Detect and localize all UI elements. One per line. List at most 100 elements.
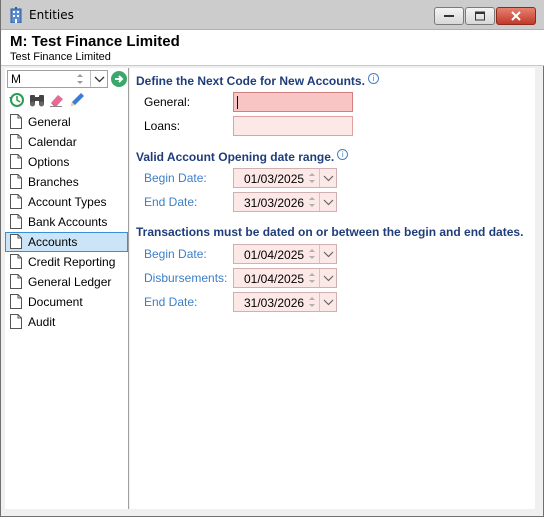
spinner-icon[interactable] — [307, 295, 317, 309]
opening-begin-label: Begin Date: — [144, 171, 207, 185]
clear-button[interactable] — [48, 91, 68, 109]
opening-end-date-picker[interactable]: 31/03/2026 — [233, 192, 337, 212]
transactions-begin-value: 01/04/2025 — [244, 248, 305, 262]
chevron-down-icon — [323, 299, 334, 306]
info-icon[interactable]: i — [367, 73, 379, 84]
opening-end-label: End Date: — [144, 195, 198, 209]
opening-range-title-text: Valid Account Opening date range. — [136, 150, 335, 164]
document-icon — [10, 194, 22, 209]
nav-item-branches[interactable]: Branches — [5, 172, 128, 192]
eraser-icon — [50, 95, 63, 107]
next-code-section-title: Define the Next Code for New Accounts. i — [136, 73, 379, 88]
maximize-button[interactable] — [465, 7, 495, 25]
entity-select[interactable]: M — [7, 70, 108, 88]
text-caret — [237, 96, 238, 109]
nav-item-document[interactable]: Document — [5, 292, 128, 312]
edit-button[interactable] — [68, 91, 88, 109]
minimize-button[interactable] — [434, 7, 464, 25]
accounts-panel: Define the Next Code for New Accounts. i … — [130, 68, 535, 509]
chevron-down-icon — [323, 175, 334, 182]
spinner-icon[interactable] — [307, 247, 317, 261]
nav-item-general-ledger[interactable]: General Ledger — [5, 272, 128, 292]
pencil-icon — [71, 93, 84, 106]
nav-item-label: Accounts — [28, 235, 78, 249]
minimize-icon — [444, 15, 454, 17]
document-icon — [10, 254, 22, 269]
general-code-label: General: — [144, 95, 191, 109]
history-button[interactable] — [8, 91, 28, 109]
calendar-dropdown-button[interactable] — [319, 193, 336, 211]
entity-dropdown-button[interactable] — [90, 71, 107, 87]
nav-item-label: Document — [28, 295, 83, 309]
document-icon — [10, 114, 22, 129]
building-icon — [10, 7, 22, 23]
transactions-range-section-title: Transactions must be dated on or between… — [136, 225, 523, 239]
nav-item-label: Credit Reporting — [28, 255, 116, 269]
find-button[interactable] — [28, 91, 48, 109]
disbursements-label: Disbursements: — [144, 271, 228, 285]
opening-begin-value: 01/03/2025 — [244, 172, 305, 186]
document-icon — [10, 134, 22, 149]
entity-subtitle: Test Finance Limited — [10, 51, 111, 63]
title-bar[interactable]: Entities — [1, 0, 544, 30]
nav-item-label: Bank Accounts — [28, 215, 108, 229]
transactions-end-date-picker[interactable]: 31/03/2026 — [233, 292, 337, 312]
nav-item-label: Account Types — [28, 195, 107, 209]
disbursements-date-picker[interactable]: 01/04/2025 — [233, 268, 337, 288]
general-code-input[interactable] — [233, 92, 353, 112]
entity-select-value: M — [11, 72, 21, 86]
maximize-icon — [475, 11, 485, 21]
loans-code-label: Loans: — [144, 119, 181, 133]
opening-end-value: 31/03/2026 — [244, 196, 305, 210]
window-title: Entities — [29, 8, 74, 22]
document-icon — [10, 174, 22, 189]
transactions-end-label: End Date: — [144, 295, 198, 309]
calendar-dropdown-button[interactable] — [319, 293, 336, 311]
transactions-end-value: 31/03/2026 — [244, 296, 305, 310]
nav-item-label: Options — [28, 155, 70, 169]
loans-code-input[interactable] — [233, 116, 353, 136]
nav-item-bank-accounts[interactable]: Bank Accounts — [5, 212, 128, 232]
document-icon — [10, 294, 22, 309]
spinner-icon[interactable] — [74, 72, 86, 86]
entity-header: M: Test Finance Limited Test Finance Lim… — [1, 30, 544, 66]
nav-item-general[interactable]: General — [5, 112, 128, 132]
nav-list: General Calendar Options Branches Accoun… — [5, 112, 128, 332]
transactions-begin-date-picker[interactable]: 01/04/2025 — [233, 244, 337, 264]
transactions-begin-label: Begin Date: — [144, 247, 207, 261]
transactions-range-title-text: Transactions must be dated on or between… — [136, 225, 524, 239]
nav-item-calendar[interactable]: Calendar — [5, 132, 128, 152]
document-icon — [10, 234, 22, 249]
spinner-icon[interactable] — [307, 271, 317, 285]
nav-item-credit-reporting[interactable]: Credit Reporting — [5, 252, 128, 272]
opening-begin-date-picker[interactable]: 01/03/2025 — [233, 168, 337, 188]
document-icon — [10, 154, 22, 169]
go-button[interactable] — [111, 71, 127, 87]
entities-window: Entities M: Test Finance Limited Test Fi… — [0, 0, 544, 517]
document-icon — [10, 214, 22, 229]
nav-item-label: Audit — [28, 315, 56, 329]
spinner-icon[interactable] — [307, 171, 317, 185]
chevron-down-icon — [323, 251, 334, 258]
entity-title: M: Test Finance Limited — [10, 33, 180, 50]
close-button[interactable] — [496, 7, 536, 25]
nav-item-accounts[interactable]: Accounts — [5, 232, 128, 252]
sidebar: M General Calendar Options Branches Acco… — [5, 68, 129, 509]
next-code-title-text: Define the Next Code for New Accounts. — [136, 74, 365, 88]
nav-item-options[interactable]: Options — [5, 152, 128, 172]
close-icon — [511, 11, 521, 21]
nav-item-audit[interactable]: Audit — [5, 312, 128, 332]
nav-item-account-types[interactable]: Account Types — [5, 192, 128, 212]
chevron-down-icon — [323, 275, 334, 282]
nav-item-label: General — [28, 115, 71, 129]
document-icon — [10, 314, 22, 329]
calendar-dropdown-button[interactable] — [319, 169, 336, 187]
spinner-icon[interactable] — [307, 195, 317, 209]
disbursements-value: 01/04/2025 — [244, 272, 305, 286]
nav-item-label: Calendar — [28, 135, 77, 149]
sidebar-toolbar — [8, 91, 88, 109]
calendar-dropdown-button[interactable] — [319, 269, 336, 287]
binoculars-icon — [30, 95, 44, 107]
info-icon[interactable]: i — [337, 149, 349, 160]
calendar-dropdown-button[interactable] — [319, 245, 336, 263]
